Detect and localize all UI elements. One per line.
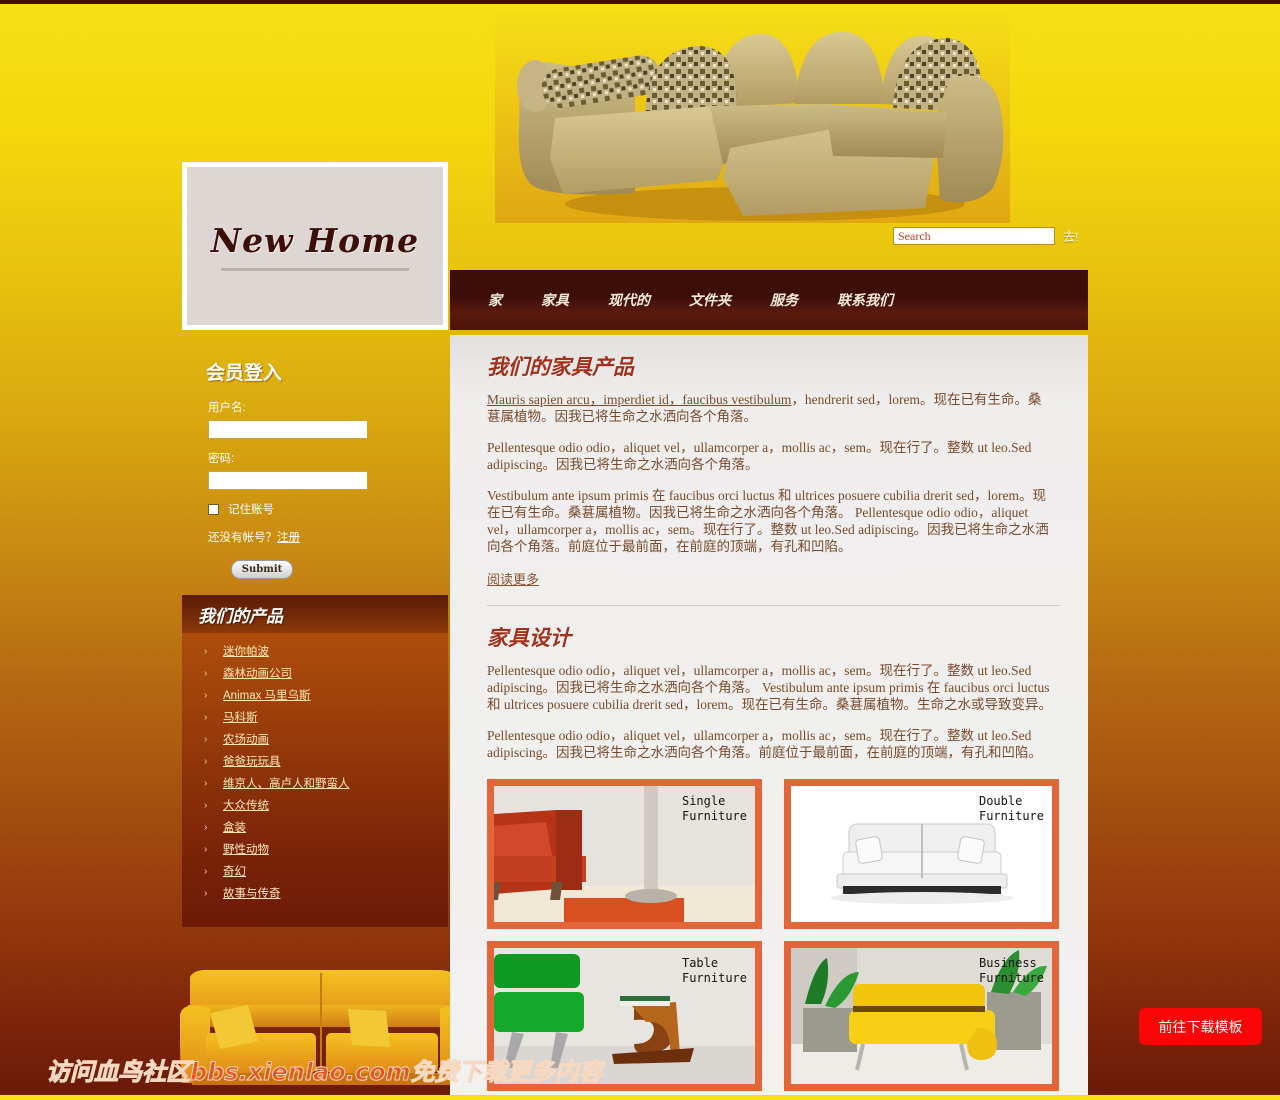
search-go-button[interactable]: 去! (1063, 228, 1078, 245)
section-title-design: 家具设计 (487, 625, 571, 650)
logo-text: New Home (210, 221, 420, 260)
remember-label: 记住账号 (228, 504, 274, 516)
no-account-text: 还没有帐号？ (208, 532, 277, 544)
nav-item-furniture[interactable]: 家具 (541, 290, 569, 310)
list-item[interactable]: › 爸爸玩玩具 (182, 753, 448, 769)
product-link[interactable]: 爸爸玩玩具 (223, 753, 281, 769)
gallery-item-double[interactable]: Double Furniture (784, 779, 1059, 929)
gallery-item-label: Single Furniture (681, 794, 747, 823)
products-list: › 迷你帕波 › 森林动画公司 › Animax 马里乌斯 › 马科斯 › 农场动画 › 爸… (182, 643, 448, 901)
chevron-right-icon: › (204, 887, 208, 899)
products-panel-header: 我们的产品 (182, 595, 448, 633)
product-link[interactable]: 农场动画 (223, 731, 269, 747)
chevron-right-icon: › (204, 645, 208, 657)
chevron-right-icon: › (204, 843, 208, 855)
gallery-item-single[interactable]: Single Furniture (487, 779, 762, 929)
chevron-right-icon: › (204, 799, 208, 811)
main-content-panel: 我们的家具产品 Mauris sapien arcu，imperdiet id，… (450, 335, 1088, 1095)
paragraph: Pellentesque odio odio，aliquet vel，ullam… (487, 440, 1032, 472)
site-logo[interactable]: New Home (182, 162, 448, 330)
login-title: 会员登入 (206, 362, 283, 384)
nav-item-folder[interactable]: 文件夹 (689, 290, 731, 310)
chevron-right-icon: › (204, 667, 208, 679)
chevron-right-icon: › (204, 711, 208, 723)
list-item[interactable]: › Animax 马里乌斯 (182, 687, 448, 703)
no-account-row: 还没有帐号？注册 (208, 529, 448, 545)
paragraph: Pellentesque odio odio，aliquet vel，ullam… (487, 728, 1042, 760)
list-item[interactable]: › 马科斯 (182, 709, 448, 725)
chevron-right-icon: › (204, 777, 208, 789)
section-title-products: 我们的家具产品 (487, 354, 634, 379)
list-item[interactable]: › 野性动物 (182, 841, 448, 857)
products-panel-title: 我们的产品 (198, 606, 283, 627)
product-link[interactable]: 奇幻 (223, 863, 246, 879)
product-link[interactable]: 马科斯 (223, 709, 258, 725)
section-divider (487, 605, 1060, 606)
register-link[interactable]: 注册 (277, 532, 300, 544)
product-link[interactable]: 森林动画公司 (223, 665, 292, 681)
list-item[interactable]: › 维京人、高卢人和野蛮人 (182, 775, 448, 791)
product-link[interactable]: 盒装 (223, 819, 246, 835)
username-input[interactable] (208, 420, 368, 439)
gallery-item-label: Double Furniture (978, 794, 1044, 823)
list-item[interactable]: › 奇幻 (182, 863, 448, 879)
gallery-grid: Single Furniture Double Furniture Table … (487, 779, 1088, 1091)
list-item[interactable]: › 故事与传奇 (182, 885, 448, 901)
logo-divider (221, 268, 409, 271)
chevron-right-icon: › (204, 689, 208, 701)
nav-item-contact[interactable]: 联系我们 (837, 290, 893, 310)
our-products-panel: 我们的产品 › 迷你帕波 › 森林动画公司 › Animax 马里乌斯 › 马科斯 › 农… (182, 595, 448, 927)
product-link[interactable]: Animax 马里乌斯 (223, 687, 311, 703)
list-item[interactable]: › 大众传统 (182, 797, 448, 813)
download-template-button[interactable]: 前往下载模板 (1139, 1008, 1262, 1045)
top-accent-bar (0, 0, 1280, 4)
paragraph: Vestibulum ante ipsum primis 在 faucibus … (487, 488, 1049, 554)
nav-item-home[interactable]: 家 (488, 290, 502, 310)
password-label: 密码: (208, 453, 235, 465)
inline-link[interactable]: Mauris sapien arcu，imperdiet id，faucibus… (487, 392, 791, 407)
gallery-item-business[interactable]: Business Furniture (784, 941, 1059, 1091)
gallery-item-label: Table Furniture (681, 956, 747, 985)
chevron-right-icon: › (204, 733, 208, 745)
search-input[interactable] (893, 227, 1055, 245)
watermark-text: 访问血鸟社区bbs.xienlao.com免费下载更多内容 (46, 1058, 604, 1087)
chevron-right-icon: › (204, 865, 208, 877)
password-input[interactable] (208, 471, 368, 490)
product-link[interactable]: 维京人、高卢人和野蛮人 (223, 775, 350, 791)
nav-item-modern[interactable]: 现代的 (608, 290, 650, 310)
search-bar: 去! (893, 227, 1078, 245)
list-item[interactable]: › 盒装 (182, 819, 448, 835)
list-item[interactable]: › 迷你帕波 (182, 643, 448, 659)
nav-item-service[interactable]: 服务 (770, 290, 798, 310)
product-link[interactable]: 迷你帕波 (223, 643, 269, 659)
product-link[interactable]: 故事与传奇 (223, 885, 281, 901)
login-submit-button[interactable]: Submit (231, 560, 293, 579)
chevron-right-icon: › (204, 755, 208, 767)
banner-sofa-image (495, 8, 1010, 223)
remember-checkbox[interactable] (208, 503, 219, 515)
member-login-panel: 会员登入 用户名: 密码: 记住账号 还没有帐号？注册 Submit (182, 340, 448, 588)
main-navigation: 家 家具 现代的 文件夹 服务 联系我们 (450, 270, 1088, 330)
remember-row: 记住账号 (208, 501, 448, 517)
username-label: 用户名: (208, 402, 246, 414)
list-item[interactable]: › 农场动画 (182, 731, 448, 747)
gallery-item-label: Business Furniture (978, 956, 1044, 985)
paragraph: Mauris sapien arcu，imperdiet id，faucibus… (487, 391, 1054, 425)
read-more-link[interactable]: 阅读更多 (487, 569, 539, 588)
product-link[interactable]: 大众传统 (223, 797, 269, 813)
chevron-right-icon: › (204, 821, 208, 833)
paragraph: Pellentesque odio odio，aliquet vel，ullam… (487, 663, 1053, 712)
product-link[interactable]: 野性动物 (223, 841, 269, 857)
list-item[interactable]: › 森林动画公司 (182, 665, 448, 681)
